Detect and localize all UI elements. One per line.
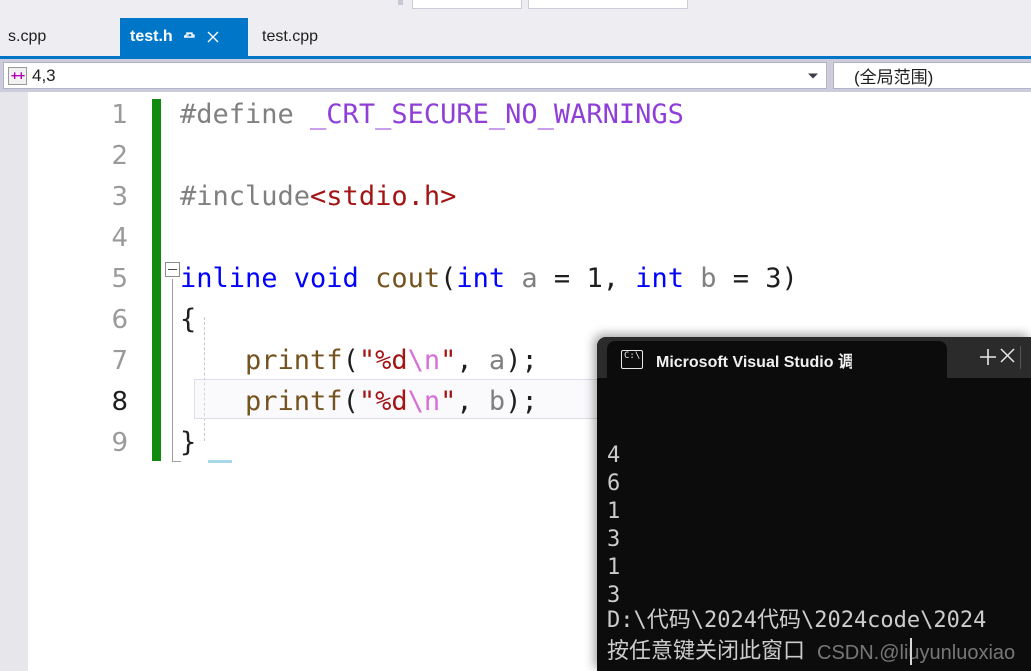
code-line[interactable]: 6{ bbox=[28, 299, 1031, 340]
console-output-line: 4 bbox=[607, 443, 621, 468]
cmd-prompt-icon: C:\ bbox=[621, 350, 643, 369]
chevron-down-icon[interactable] bbox=[808, 73, 818, 78]
line-number: 3 bbox=[111, 181, 128, 212]
console-title-bar: C:\ Microsoft Visual Studio 调试控 bbox=[597, 337, 1031, 378]
tab-label: test.h bbox=[130, 28, 173, 45]
code-text: { bbox=[180, 304, 197, 335]
line-number: 9 bbox=[111, 427, 128, 458]
line-number: 4 bbox=[111, 222, 128, 253]
console-output-line: 1 bbox=[607, 499, 621, 524]
cpp-members-icon: ++ bbox=[8, 66, 27, 85]
tab-icon-group bbox=[183, 30, 220, 44]
code-text: #include<stdio.h> bbox=[180, 181, 457, 212]
line-number: 5 bbox=[111, 263, 128, 294]
code-text: } bbox=[180, 427, 197, 458]
code-line[interactable]: 1 #define _CRT_SECURE_NO_WARNINGS bbox=[28, 94, 1031, 135]
console-path-line: D:\代码\2024代码\2024code\2024 bbox=[607, 608, 987, 633]
scope-dropdown[interactable]: (全局范围) bbox=[833, 62, 1031, 89]
visual-studio-window: s.cpp test.h test.cpp ++ 4,3 (全局范围) 1 #d… bbox=[0, 0, 1031, 671]
console-output-line: 1 bbox=[607, 555, 621, 580]
code-text: printf("%d\n", b); bbox=[245, 386, 538, 417]
member-dropdown[interactable]: ++ 4,3 bbox=[3, 62, 827, 89]
code-text: printf("%d\n", a); bbox=[245, 345, 538, 376]
document-tab-bar: s.cpp test.h test.cpp bbox=[0, 18, 1031, 56]
member-dropdown-value: 4,3 bbox=[32, 65, 56, 85]
console-prompt-line: 按任意键关闭此窗口 bbox=[607, 639, 806, 664]
toolbar-combo-1[interactable] bbox=[412, 0, 522, 9]
navigation-bar: ++ 4,3 (全局范围) bbox=[0, 59, 1031, 92]
code-line[interactable]: 4 bbox=[28, 217, 1031, 258]
console-output-line: 3 bbox=[607, 527, 621, 552]
console-output-line: 6 bbox=[607, 471, 621, 496]
line-number: 1 bbox=[111, 99, 128, 130]
tab-label: test.cpp bbox=[262, 28, 319, 45]
plus-icon[interactable] bbox=[977, 346, 999, 368]
pin-icon[interactable] bbox=[183, 30, 197, 44]
console-tail-lines: D:\代码\2024代码\2024code\2024 按任意键关闭此窗口 bbox=[607, 605, 986, 667]
tab-label: s.cpp bbox=[8, 28, 47, 45]
editor-left-gutter bbox=[0, 92, 28, 671]
toolbar-combo-2[interactable] bbox=[528, 0, 688, 9]
console-tab[interactable]: C:\ Microsoft Visual Studio 调试控 bbox=[607, 341, 947, 378]
console-title-separator bbox=[1020, 346, 1021, 369]
code-line[interactable]: 2 bbox=[28, 135, 1031, 176]
close-icon[interactable] bbox=[998, 346, 1017, 365]
tab-test-cpp[interactable]: test.cpp bbox=[248, 18, 392, 56]
console-tab-title: Microsoft Visual Studio 调试控 bbox=[656, 353, 852, 371]
code-line[interactable]: 3 #include<stdio.h> bbox=[28, 176, 1031, 217]
toolbar-separator-dot bbox=[398, 0, 403, 5]
code-line[interactable]: 5 inline void cout(int a = 1, int b = 3) bbox=[28, 258, 1031, 299]
close-icon[interactable] bbox=[206, 30, 220, 44]
line-number: 8 bbox=[111, 386, 128, 417]
toolbar-strip bbox=[0, 0, 1031, 18]
debug-console-window[interactable]: C:\ Microsoft Visual Studio 调试控 461313 D… bbox=[597, 337, 1031, 671]
tab-test-h[interactable]: test.h bbox=[120, 18, 248, 56]
line-number: 7 bbox=[111, 345, 128, 376]
code-text: #define _CRT_SECURE_NO_WARNINGS bbox=[180, 99, 684, 130]
console-caret bbox=[910, 638, 912, 665]
scope-dropdown-value: (全局范围) bbox=[854, 68, 934, 87]
line-number: 6 bbox=[111, 304, 128, 335]
tab-s-cpp[interactable]: s.cpp bbox=[0, 18, 120, 56]
line-number: 2 bbox=[111, 140, 128, 171]
code-text: inline void cout(int a = 1, int b = 3) bbox=[180, 263, 798, 294]
